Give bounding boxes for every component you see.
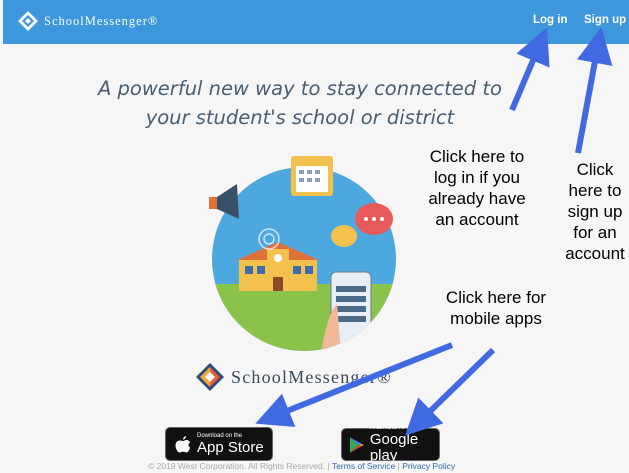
signup-annotation: Click here to sign up for an account: [561, 159, 629, 264]
footer-brand-logo: SchoolMessenger®: [195, 362, 392, 392]
privacy-policy-link[interactable]: Privacy Policy: [402, 461, 455, 471]
apps-annotation-line: mobile apps: [450, 309, 542, 328]
login-annotation-line: an account: [435, 210, 519, 229]
login-annotation-line: log in if you: [434, 168, 520, 187]
login-annotation-line: Click here to: [429, 147, 525, 166]
google-play-button[interactable]: ANDROID APP ON Google play: [341, 425, 440, 464]
brand-name: SchoolMessenger®: [44, 13, 159, 28]
login-link[interactable]: Log in: [533, 14, 568, 26]
signup-annotation-line: here to: [568, 181, 622, 200]
hero-illustration: [209, 156, 396, 351]
tagline-line-1: A powerful new way to stay connected to: [98, 77, 502, 100]
brand-logo-icon: [196, 363, 224, 391]
copyright-bar: © 2019 West Corporation. All Rights Rese…: [0, 461, 629, 471]
signup-annotation-line: for an: [573, 223, 617, 242]
login-annotation: Click here to log in if you already have…: [413, 146, 541, 230]
app-store-big-text: App Store: [197, 438, 264, 456]
terms-of-service-link[interactable]: Terms of Service: [332, 461, 395, 471]
copyright-text: © 2019 West Corporation. All Rights Rese…: [148, 461, 330, 471]
signup-annotation-line: Click: [576, 160, 614, 179]
signup-annotation-line: sign up: [567, 202, 623, 221]
login-annotation-line: already have: [428, 189, 526, 208]
apps-annotation: Click here for mobile apps: [430, 287, 562, 329]
footer-brand-name: SchoolMessenger®: [231, 366, 392, 387]
top-navigation-bar: SchoolMessenger® Log in Sign up: [3, 0, 629, 44]
signup-link[interactable]: Sign up: [584, 14, 626, 26]
app-store-button[interactable]: Download on the App Store: [165, 427, 273, 461]
brand-logo-icon: [18, 11, 38, 31]
apple-icon: [175, 435, 191, 452]
brand-logo[interactable]: SchoolMessenger®: [17, 10, 158, 32]
signup-annotation-line: account: [565, 244, 625, 263]
google-play-big-text: Google play: [369, 431, 419, 464]
google-play-icon: [350, 436, 364, 453]
apps-annotation-line: Click here for: [445, 288, 547, 307]
copyright-separator: |: [397, 461, 400, 471]
tagline: A powerful new way to stay connected to …: [0, 74, 600, 132]
tagline-line-2: your student's school or district: [145, 106, 455, 129]
google-play-arrow: [405, 347, 496, 436]
